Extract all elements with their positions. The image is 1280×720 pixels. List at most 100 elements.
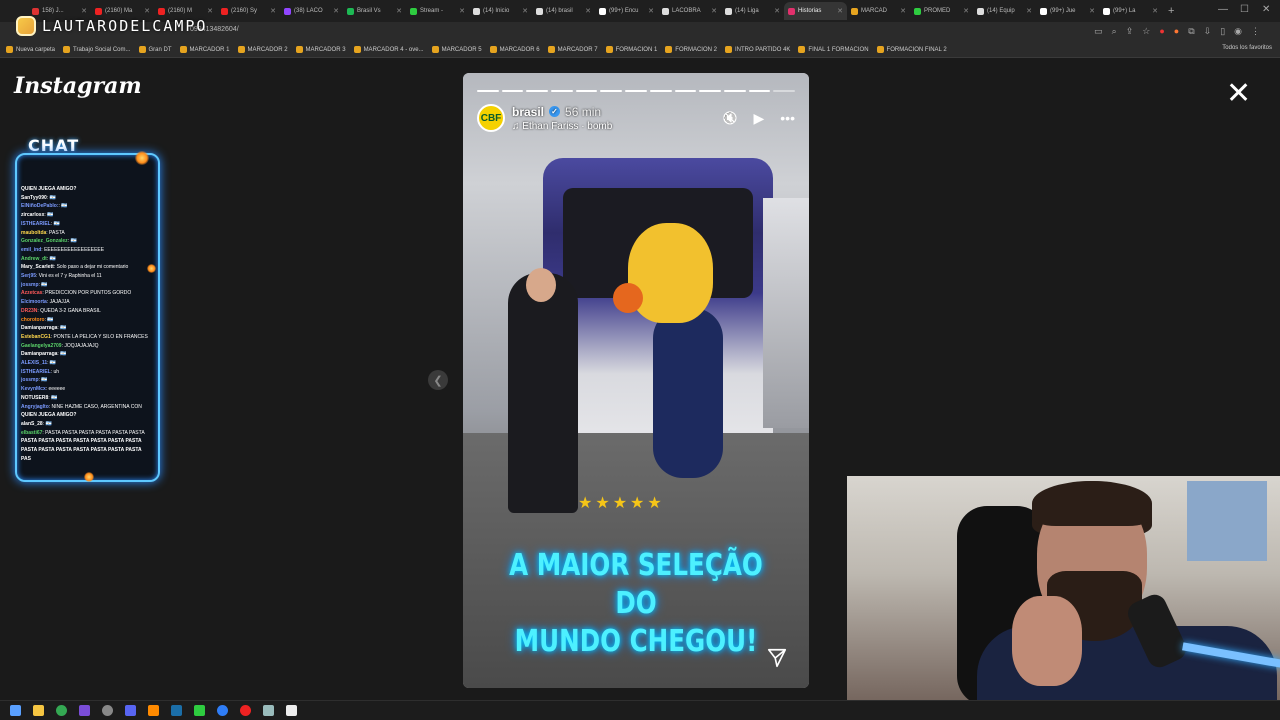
tab-close-icon[interactable]: ✕ bbox=[459, 7, 465, 15]
bookmark-item[interactable]: MARCADOR 7 bbox=[547, 46, 598, 53]
bookmark-icon bbox=[431, 46, 439, 53]
tab-close-icon[interactable]: ✕ bbox=[900, 7, 906, 15]
browser-tab[interactable]: LACOBRA ✕ bbox=[658, 2, 721, 20]
chrome-icon[interactable] bbox=[56, 705, 67, 716]
discord-icon[interactable] bbox=[125, 705, 136, 716]
browser-tab[interactable]: Brasil Vs ✕ bbox=[343, 2, 406, 20]
tab-close-icon[interactable]: ✕ bbox=[396, 7, 402, 15]
bookmark-item[interactable]: MARCADOR 4 - ove... bbox=[353, 46, 424, 53]
browser-tab[interactable]: (14) Liga ✕ bbox=[721, 2, 784, 20]
app-orange-icon[interactable] bbox=[148, 705, 159, 716]
tab-close-icon[interactable]: ✕ bbox=[774, 7, 780, 15]
app-blue-icon[interactable] bbox=[217, 705, 228, 716]
browser-tab[interactable]: (99+) La ✕ bbox=[1099, 2, 1162, 20]
play-button[interactable]: ▶ bbox=[754, 110, 765, 127]
extension-orange-icon[interactable]: ● bbox=[1174, 26, 1179, 37]
bookmark-item[interactable]: MARCADOR 2 bbox=[237, 46, 288, 53]
minimize-button[interactable]: — bbox=[1218, 4, 1228, 15]
browser-tab[interactable]: Stream - ✕ bbox=[406, 2, 469, 20]
app-gray-icon[interactable] bbox=[263, 705, 274, 716]
download-icon[interactable]: ⇩ bbox=[1204, 26, 1212, 37]
bookmark-item[interactable]: MARCADOR 1 bbox=[179, 46, 230, 53]
bookmark-item[interactable]: Gran DT bbox=[138, 46, 172, 53]
steam-icon[interactable] bbox=[171, 705, 182, 716]
tab-close-icon[interactable]: ✕ bbox=[837, 7, 843, 15]
bookmark-item[interactable]: MARCADOR 5 bbox=[431, 46, 482, 53]
bookmark-item[interactable]: MARCADOR 3 bbox=[295, 46, 346, 53]
browser-tab[interactable]: (99+) Jue ✕ bbox=[1036, 2, 1099, 20]
bookmark-item[interactable]: Nueva carpeta bbox=[6, 46, 55, 53]
bookmark-item[interactable]: Trabajo Social Com... bbox=[63, 46, 131, 53]
cast-icon[interactable]: ▭ bbox=[1094, 26, 1103, 37]
tab-close-icon[interactable]: ✕ bbox=[333, 7, 339, 15]
music-label[interactable]: Ethan Fariss · bomb bbox=[522, 121, 612, 132]
tab-close-icon[interactable]: ✕ bbox=[1089, 7, 1095, 15]
browser-tab[interactable]: (14) Inicio ✕ bbox=[469, 2, 532, 20]
instagram-wordmark[interactable]: Instagram bbox=[14, 73, 142, 99]
bookmark-item[interactable]: FORMACION 2 bbox=[665, 46, 717, 53]
bookmark-label: MARCADOR 2 bbox=[247, 46, 288, 53]
browser-tab[interactable]: (14) brasil ✕ bbox=[532, 2, 595, 20]
bookmark-item[interactable]: INTRO PARTIDO 4K bbox=[724, 46, 790, 53]
zoom-icon[interactable]: ⌕ bbox=[1112, 26, 1117, 37]
more-options-button[interactable]: ••• bbox=[780, 110, 795, 126]
app-green-icon[interactable] bbox=[194, 705, 205, 716]
tab-close-icon[interactable]: ✕ bbox=[144, 7, 150, 15]
app-grid-icon[interactable] bbox=[79, 705, 90, 716]
tab-close-icon[interactable]: ✕ bbox=[207, 7, 213, 15]
story-card[interactable]: ★★★★★ CBF brasil ✓ 56 min ♫ Ethan Fariss… bbox=[463, 73, 809, 688]
tab-close-icon[interactable]: ✕ bbox=[522, 7, 528, 15]
tab-close-icon[interactable]: ✕ bbox=[585, 7, 591, 15]
menu-icon[interactable]: ⋮ bbox=[1251, 26, 1260, 37]
previous-story-button[interactable]: ❮ bbox=[428, 370, 448, 390]
browser-tab[interactable]: (99+) Encu ✕ bbox=[595, 2, 658, 20]
bookmark-item[interactable]: MARCADOR 6 bbox=[489, 46, 540, 53]
tab-close-icon[interactable]: ✕ bbox=[81, 7, 87, 15]
send-icon[interactable] bbox=[766, 647, 788, 669]
browser-tab[interactable]: PROMED ✕ bbox=[910, 2, 973, 20]
mute-button[interactable]: 🔇 bbox=[723, 111, 738, 125]
browser-tab[interactable]: MARCAD ✕ bbox=[847, 2, 910, 20]
extension-red-icon[interactable]: ● bbox=[1159, 26, 1164, 37]
sidepanel-icon[interactable]: ▯ bbox=[1220, 26, 1225, 37]
share-icon[interactable]: ⇪ bbox=[1126, 26, 1134, 37]
account-name[interactable]: brasil bbox=[512, 105, 544, 119]
tab-close-icon[interactable]: ✕ bbox=[711, 7, 717, 15]
app-red-icon[interactable] bbox=[240, 705, 251, 716]
chat-username: chorotoro bbox=[21, 316, 45, 323]
account-avatar[interactable]: CBF bbox=[477, 104, 505, 132]
browser-tab[interactable]: Historias ✕ bbox=[784, 2, 847, 20]
browser-tab[interactable]: (14) Equip ✕ bbox=[973, 2, 1036, 20]
tab-label: (14) Inicio bbox=[483, 8, 510, 14]
bookmark-item[interactable]: FINAL 1 FORMACION bbox=[798, 46, 869, 53]
bookmark-item[interactable]: FORMACION FINAL 2 bbox=[876, 46, 947, 53]
tab-close-icon[interactable]: ✕ bbox=[963, 7, 969, 15]
tab-label: (14) Liga bbox=[735, 8, 759, 14]
browser-tab[interactable]: (2160) Sy ✕ bbox=[217, 2, 280, 20]
extensions-icon[interactable]: ⧉ bbox=[1188, 26, 1194, 37]
instagram-logo-icon bbox=[16, 16, 36, 36]
tab-close-icon[interactable]: ✕ bbox=[1026, 7, 1032, 15]
bookmark-icon bbox=[876, 46, 884, 53]
bookmark-icon bbox=[138, 46, 146, 53]
story-meta: brasil ✓ 56 min ♫ Ethan Fariss · bomb bbox=[512, 105, 612, 132]
obs-icon[interactable] bbox=[102, 705, 113, 716]
all-bookmarks-link[interactable]: Todos los favoritos bbox=[1222, 45, 1272, 51]
bookmark-label: Nueva carpeta bbox=[16, 46, 56, 53]
windows-start-icon[interactable] bbox=[10, 705, 21, 716]
maximize-button[interactable]: ☐ bbox=[1240, 4, 1249, 15]
tab-close-icon[interactable]: ✕ bbox=[270, 7, 276, 15]
window-close-button[interactable]: ✕ bbox=[1262, 4, 1270, 15]
close-story-button[interactable]: ✕ bbox=[1226, 79, 1251, 109]
tab-close-icon[interactable]: ✕ bbox=[648, 7, 654, 15]
new-tab-button[interactable]: + bbox=[1168, 5, 1174, 17]
caption-line-1: A MAIOR SELEÇÃO DO bbox=[509, 548, 763, 621]
tab-close-icon[interactable]: ✕ bbox=[1152, 7, 1158, 15]
profile-icon[interactable]: ◉ bbox=[1234, 26, 1242, 37]
music-icon: ♫ bbox=[512, 120, 520, 132]
bookmark-item[interactable]: FORMACION 1 bbox=[605, 46, 657, 53]
file-explorer-icon[interactable] bbox=[33, 705, 44, 716]
star-icon[interactable]: ☆ bbox=[1142, 26, 1150, 37]
app-dark-icon[interactable] bbox=[286, 705, 297, 716]
browser-tab[interactable]: (38) LACO ✕ bbox=[280, 2, 343, 20]
